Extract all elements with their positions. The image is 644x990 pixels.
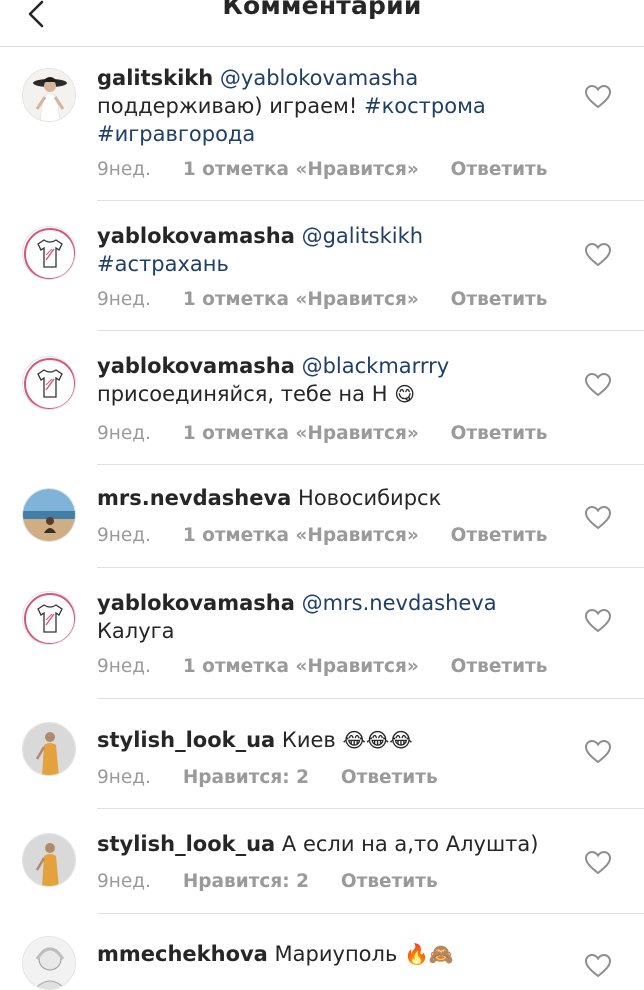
divider xyxy=(97,200,644,201)
comment-meta: 9нед. 1 отметка «Нравится» Ответить xyxy=(97,423,573,444)
like-button[interactable] xyxy=(584,608,612,634)
tshirt-logo-icon xyxy=(24,593,75,644)
avatar[interactable] xyxy=(22,833,76,887)
heart-outline-icon xyxy=(584,953,612,978)
comment-time: 9нед. xyxy=(97,159,151,180)
tshirt-logo-icon xyxy=(24,358,75,409)
comment-meta: 9нед. 1 отметка «Нравится» Ответить xyxy=(97,159,573,180)
divider xyxy=(97,567,644,568)
comment-time: 9нед. xyxy=(97,289,151,310)
heart-outline-icon xyxy=(584,608,612,633)
comment-username[interactable]: stylish_look_ua xyxy=(97,728,275,752)
avatar[interactable] xyxy=(22,591,76,645)
heart-outline-icon xyxy=(584,372,612,397)
comment-likes[interactable]: 1 отметка «Нравится» xyxy=(183,525,419,546)
like-button[interactable] xyxy=(584,850,612,876)
comment-mention[interactable]: @blackmarrry xyxy=(302,354,450,378)
divider xyxy=(97,698,644,699)
comment-meta: 9нед. 1 отметка «Нравится» Ответить xyxy=(97,289,573,310)
comment-mention[interactable]: @mrs.nevdasheva xyxy=(302,591,497,615)
heart-outline-icon xyxy=(584,850,612,875)
heart-outline-icon xyxy=(584,84,612,109)
comment-body: yablokovamasha @mrs.nevdasheva Калуга xyxy=(97,589,567,645)
avatar[interactable] xyxy=(22,488,76,542)
heart-outline-icon xyxy=(584,505,612,530)
comment-body: mmechekhova Мариуполь 🔥🙈 xyxy=(97,940,567,968)
comment-body: mrs.nevdasheva Новосибирск xyxy=(97,484,567,512)
tshirt-logo-icon xyxy=(24,228,75,279)
page-title: Комментарии xyxy=(222,0,422,20)
comment-time: 9нед. xyxy=(97,871,151,892)
avatar[interactable] xyxy=(22,226,76,280)
comment-time: 9нед. xyxy=(97,767,151,788)
comment-mention[interactable]: @yablokovamasha xyxy=(220,66,418,90)
like-button[interactable] xyxy=(584,953,612,979)
comment-hashtag[interactable]: #кострома xyxy=(364,94,486,118)
avatar[interactable] xyxy=(22,68,76,122)
comment-text: Новосибирск xyxy=(298,486,442,510)
reply-button[interactable]: Ответить xyxy=(341,871,438,892)
comment-body: yablokovamasha @galitskikh #астрахань xyxy=(97,222,567,278)
reply-button[interactable]: Ответить xyxy=(451,289,548,310)
reply-button[interactable]: Ответить xyxy=(451,159,548,180)
like-button[interactable] xyxy=(584,739,612,765)
comment-text: Киев xyxy=(281,728,336,752)
like-button[interactable] xyxy=(584,242,612,268)
avatar[interactable] xyxy=(22,356,76,410)
emoji: 😂😂😂 xyxy=(342,728,413,752)
comment-likes[interactable]: Нравится: 2 xyxy=(183,871,309,892)
reply-button[interactable]: Ответить xyxy=(451,423,548,444)
comment-body: yablokovamasha @blackmarrry присоединяйс… xyxy=(97,352,567,408)
comment-text: Калуга xyxy=(97,619,175,643)
comment-meta: 9нед. 1 отметка «Нравится» Ответить xyxy=(97,656,573,677)
heart-outline-icon xyxy=(584,739,612,764)
comment-time: 9нед. xyxy=(97,423,151,444)
like-button[interactable] xyxy=(584,372,612,398)
comment-username[interactable]: galitskikh xyxy=(97,66,213,90)
comment-hashtag[interactable]: #астрахань xyxy=(97,252,229,276)
comment-text: Мариуполь xyxy=(274,942,398,966)
comment-meta: 9нед. 1 отметка «Нравится» Ответить xyxy=(97,525,573,546)
comment-meta: 9нед. Нравится: 2 Ответить xyxy=(97,871,464,892)
emoji: 😋 xyxy=(394,382,416,406)
avatar[interactable] xyxy=(22,936,76,990)
comment-body: stylish_look_ua А если на а,то Алушта) xyxy=(97,830,567,858)
avatar[interactable] xyxy=(22,722,76,776)
comment-time: 9нед. xyxy=(97,525,151,546)
comment-hashtag[interactable]: #игравгорода xyxy=(97,122,255,146)
reply-button[interactable]: Ответить xyxy=(451,656,548,677)
comment-likes[interactable]: 1 отметка «Нравится» xyxy=(183,159,419,180)
heart-outline-icon xyxy=(584,242,612,267)
divider xyxy=(97,913,644,914)
comment-text: А если на а,то Алушта) xyxy=(281,832,539,856)
comment-likes[interactable]: Нравится: 2 xyxy=(183,767,309,788)
divider xyxy=(97,808,644,809)
divider xyxy=(97,464,644,465)
comment-username[interactable]: stylish_look_ua xyxy=(97,832,275,856)
emoji: 🔥🙈 xyxy=(404,942,454,966)
divider xyxy=(97,330,644,331)
comment-username[interactable]: yablokovamasha xyxy=(97,591,295,615)
comment-time: 9нед. xyxy=(97,656,151,677)
reply-button[interactable]: Ответить xyxy=(341,767,438,788)
comment-likes[interactable]: 1 отметка «Нравится» xyxy=(183,656,419,677)
comment-likes[interactable]: 1 отметка «Нравится» xyxy=(183,423,419,444)
comment-username[interactable]: yablokovamasha xyxy=(97,224,295,248)
comment-meta: 9нед. Нравится: 2 Ответить xyxy=(97,767,464,788)
like-button[interactable] xyxy=(584,84,612,110)
header-bar: Комментарии xyxy=(0,0,644,47)
comment-username[interactable]: mmechekhova xyxy=(97,942,268,966)
comment-username[interactable]: mrs.nevdasheva xyxy=(97,486,291,510)
comment-mention[interactable]: @galitskikh xyxy=(302,224,424,248)
reply-button[interactable]: Ответить xyxy=(451,525,548,546)
comment-likes[interactable]: 1 отметка «Нравится» xyxy=(183,289,419,310)
comment-text: поддерживаю) играем! xyxy=(97,94,358,118)
comment-username[interactable]: yablokovamasha xyxy=(97,354,295,378)
comment-body: stylish_look_ua Киев 😂😂😂 xyxy=(97,726,567,754)
comment-body: galitskikh @yablokovamasha поддерживаю) … xyxy=(97,64,567,148)
like-button[interactable] xyxy=(584,505,612,531)
comment-text: присоединяйся, тебе на Н xyxy=(97,382,388,406)
